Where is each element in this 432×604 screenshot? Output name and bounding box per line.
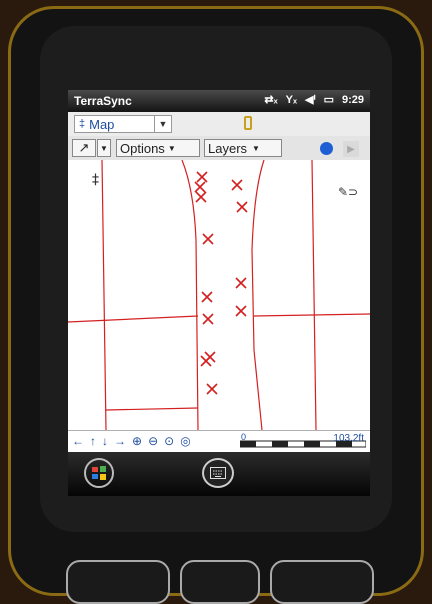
pan-right-icon[interactable]: → — [114, 434, 126, 448]
section-toolbar: ‡ Map ▼ — [68, 112, 370, 137]
map-view[interactable]: ‡ ✎⊃ — [68, 159, 370, 431]
zoom-in-icon[interactable]: ⊕ — [132, 434, 142, 448]
north-arrow-icon: ‡ — [92, 172, 99, 188]
feature-lines — [68, 159, 370, 431]
map-toolbar: ↗ ▼ Options ▼ Layers ▼ ▶ — [68, 136, 370, 161]
pan-down-icon[interactable]: ↓ — [102, 434, 108, 448]
chevron-down-icon: ▼ — [167, 143, 176, 153]
gps-battery-icon — [244, 116, 252, 130]
record-dot-icon[interactable] — [320, 142, 333, 155]
arrow-select-icon: ↗ — [78, 140, 90, 155]
layers-label: Layers — [208, 140, 248, 156]
horizontal-line-left — [68, 315, 199, 323]
scale-zero-label: 0 — [241, 432, 247, 442]
scale-indicator: 0 103.2ft — [239, 432, 367, 449]
options-button[interactable]: Options ▼ — [116, 139, 200, 157]
play-icon[interactable]: ▶ — [343, 141, 359, 157]
point-marker — [236, 201, 248, 213]
pan-left-icon[interactable]: ← — [72, 434, 84, 448]
keyboard-icon — [210, 467, 226, 479]
section-label: Map — [89, 116, 115, 132]
select-tool-button[interactable]: ↗ — [72, 139, 96, 157]
road-edge-right — [251, 159, 265, 431]
gps-center-icon[interactable]: ◎ — [180, 434, 190, 448]
layers-button[interactable]: Layers ▼ — [204, 139, 282, 157]
point-features — [194, 171, 248, 395]
point-marker — [231, 179, 243, 191]
windows-logo-icon — [92, 466, 106, 480]
point-marker — [201, 291, 213, 303]
zoom-extents-icon[interactable]: ⊙ — [164, 434, 174, 448]
antenna-disabled-icon: Yₓ — [285, 93, 297, 106]
battery-icon: ▭ — [323, 94, 334, 106]
scale-distance-label: 103.2ft — [333, 433, 364, 444]
nav-controls: ← ↑ ↓ → ⊕ ⊖ ⊙ ◎ — [72, 434, 191, 448]
zoom-out-icon[interactable]: ⊖ — [148, 434, 158, 448]
point-marker — [235, 305, 247, 317]
point-marker — [194, 181, 206, 193]
hardware-button-center[interactable] — [180, 560, 260, 604]
device-screen: TerraSync ⇄ₓ Yₓ ◀ᑊ ▭ 9:29 ‡ Map ▼ ↗ ▼ Op… — [68, 90, 370, 496]
clock[interactable]: 9:29 — [342, 94, 364, 106]
pen-tool-icon[interactable]: ✎⊃ — [338, 185, 358, 199]
horizontal-line-bottom — [105, 407, 199, 411]
app-title: TerraSync — [74, 94, 132, 108]
keyboard-button[interactable] — [202, 458, 234, 488]
point-marker — [195, 191, 207, 203]
point-marker — [196, 171, 208, 183]
point-marker — [202, 313, 214, 325]
hardware-button-right[interactable] — [270, 560, 374, 604]
point-marker — [202, 233, 214, 245]
point-marker — [235, 277, 247, 289]
map-canvas[interactable]: ‡ ✎⊃ — [68, 159, 370, 431]
options-label: Options — [120, 140, 165, 156]
chevron-down-icon[interactable]: ▼ — [154, 116, 171, 132]
pan-up-icon[interactable]: ↑ — [90, 434, 96, 448]
vertical-line-left — [101, 159, 107, 431]
volume-icon[interactable]: ◀ᑊ — [305, 93, 316, 106]
select-tool-dropdown[interactable]: ▼ — [97, 139, 111, 157]
windows-start-button[interactable] — [84, 458, 114, 488]
section-selector[interactable]: ‡ Map ▼ — [74, 115, 172, 133]
point-marker — [200, 355, 212, 367]
signal-disabled-icon: ⇄ₓ — [264, 94, 278, 106]
scale-bar: ← ↑ ↓ → ⊕ ⊖ ⊙ ◎ 0 103.2ft — [68, 430, 370, 453]
taskbar — [68, 452, 370, 496]
chevron-down-icon: ▼ — [252, 143, 260, 153]
title-bar: TerraSync ⇄ₓ Yₓ ◀ᑊ ▭ 9:29 — [68, 90, 370, 112]
status-icons: ⇄ₓ Yₓ ◀ᑊ ▭ 9:29 — [264, 93, 364, 107]
horizontal-line-right — [253, 313, 370, 317]
hardware-button-left[interactable] — [66, 560, 170, 604]
map-pin-icon: ‡ — [79, 118, 86, 130]
road-edge-left — [181, 159, 199, 431]
vertical-line-right — [311, 159, 317, 431]
point-marker — [206, 383, 218, 395]
